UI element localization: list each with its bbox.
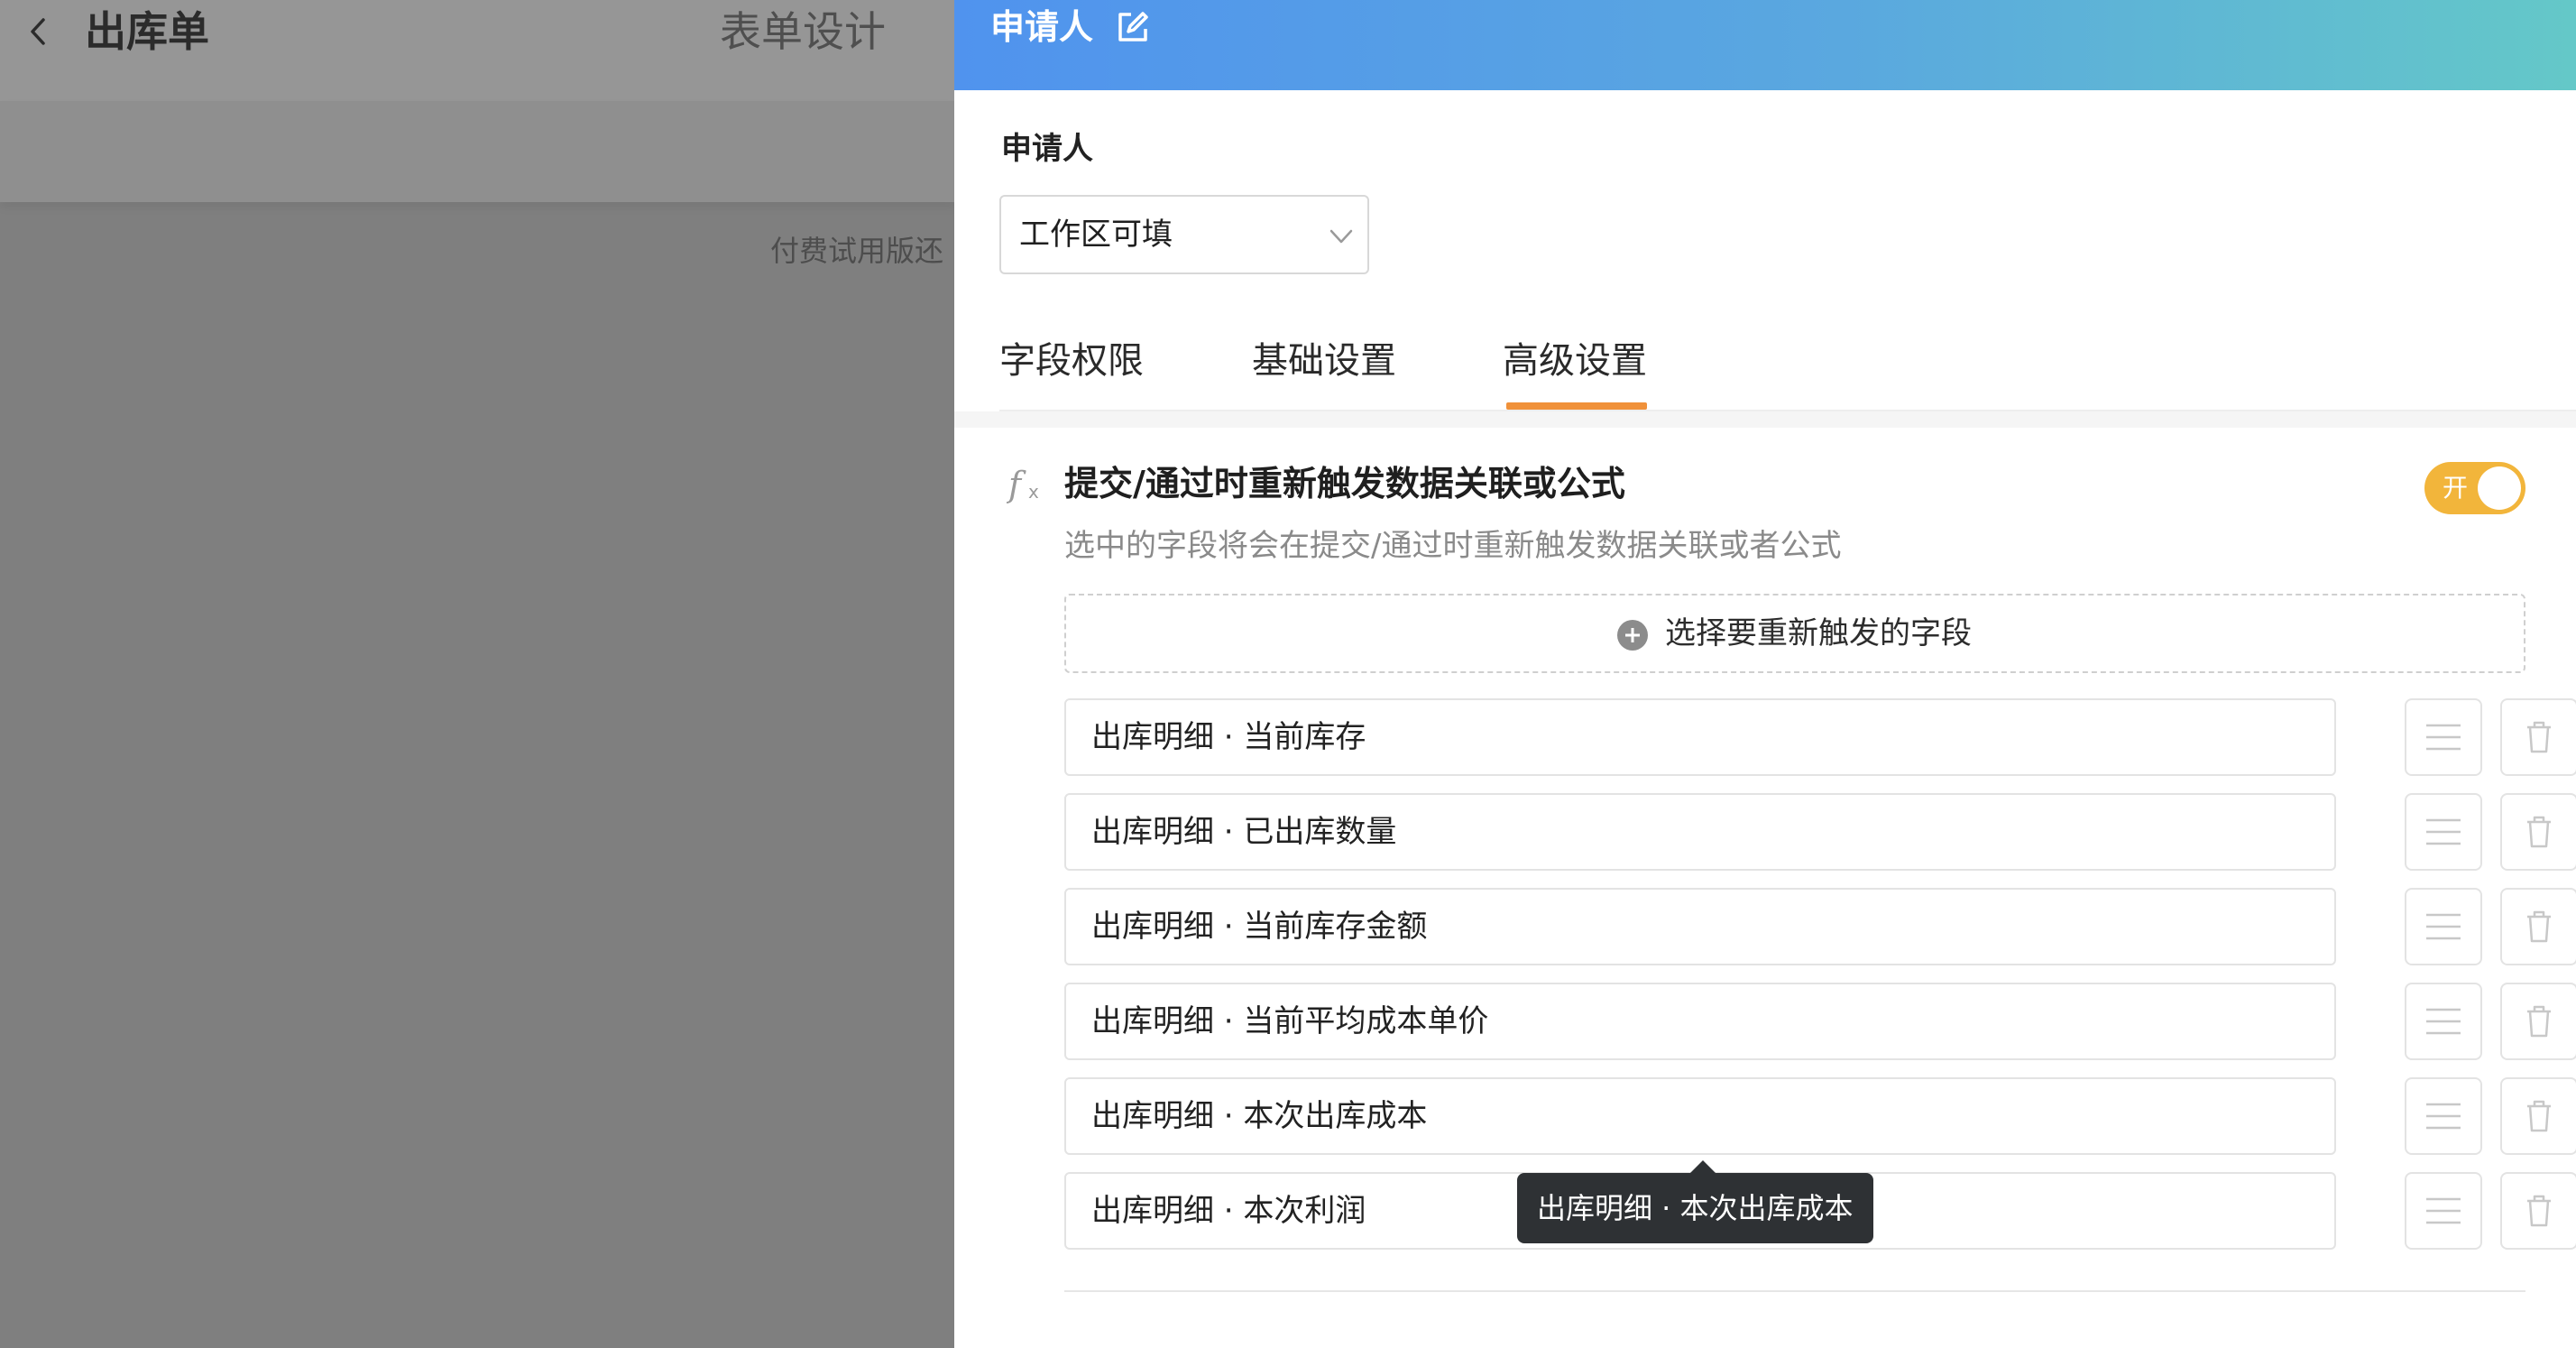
- section-divider: [954, 411, 2576, 428]
- list-item: 出库明细 · 当前库存金额: [1064, 888, 2576, 965]
- trial-notice-text: 付费试用版还: [770, 234, 944, 268]
- plus-circle-icon: [1617, 620, 1648, 651]
- field-item-box: 出库明细 · 已出库数量: [1064, 793, 2336, 871]
- field-item-label: 出库明细 · 本次出库成本: [1091, 1098, 1428, 1134]
- toggle-knob: [2478, 466, 2521, 510]
- tab-field-permission[interactable]: 字段权限: [999, 325, 1144, 410]
- drag-handle-button[interactable]: [2405, 698, 2482, 776]
- retrigger-section-title: 提交/通过时重新触发数据关联或公式: [1064, 464, 1625, 503]
- field-item-label: 出库明细 · 当前库存金额: [1091, 909, 1428, 945]
- delete-button[interactable]: [2500, 983, 2576, 1060]
- list-item: 出库明细 · 当前平均成本单价: [1064, 983, 2576, 1060]
- permission-select-value: 工作区可填: [1019, 217, 1173, 253]
- trash-icon: [2527, 910, 2551, 943]
- list-item: 出库明细 · 已出库数量: [1064, 793, 2576, 871]
- trash-icon: [2527, 1100, 2551, 1132]
- tab-basic-settings[interactable]: 基础设置: [1252, 325, 1396, 410]
- drag-handle-icon: [2426, 913, 2461, 940]
- retrigger-toggle[interactable]: 开: [2424, 462, 2525, 514]
- tab-advanced-settings[interactable]: 高级设置: [1503, 325, 1647, 410]
- list-item: 出库明细 · 本次出库成本: [1064, 1077, 2576, 1155]
- delete-button[interactable]: [2500, 1172, 2576, 1250]
- select-retrigger-fields-label: 选择要重新触发的字段: [1665, 615, 1972, 651]
- drag-handle-button[interactable]: [2405, 983, 2482, 1060]
- trash-icon: [2527, 1005, 2551, 1038]
- field-item-label: 出库明细 · 本次利润: [1091, 1193, 1366, 1229]
- field-item-box: 出库明细 · 当前平均成本单价: [1064, 983, 2336, 1060]
- list-bottom-divider: [1064, 1290, 2525, 1292]
- drag-handle-button[interactable]: [2405, 1172, 2482, 1250]
- trash-icon: [2527, 816, 2551, 848]
- drag-handle-button[interactable]: [2405, 1077, 2482, 1155]
- permission-select[interactable]: 工作区可填: [999, 195, 1369, 274]
- page-title: 出库单: [85, 7, 209, 56]
- trash-icon: [2527, 1195, 2551, 1227]
- drag-handle-icon: [2426, 1103, 2461, 1130]
- back-arrow-icon[interactable]: [23, 16, 54, 47]
- chevron-down-icon: [1329, 229, 1353, 244]
- toggle-on-label: 开: [2443, 473, 2469, 503]
- svg-text:f: f: [1007, 465, 1026, 504]
- field-item-label: 出库明细 · 当前平均成本单价: [1091, 1003, 1489, 1039]
- drag-handle-icon: [2426, 1197, 2461, 1224]
- settings-tabs: 字段权限 基础设置 高级设置: [999, 325, 2576, 411]
- screen: 出库单 表单设计 付费试用版还 申请人 申请人 工作区可填 字段权限 基础设置 …: [0, 0, 2576, 1348]
- field-item-box: 出库明细 · 本次出库成本: [1064, 1077, 2336, 1155]
- drag-handle-icon: [2426, 818, 2461, 845]
- trial-notice-bar: 付费试用版还: [0, 101, 956, 268]
- retrigger-section-description: 选中的字段将会在提交/通过时重新触发数据关联或者公式: [1064, 528, 1842, 564]
- svg-text:x: x: [1028, 481, 1039, 503]
- field-settings-drawer: 申请人 申请人 工作区可填 字段权限 基础设置 高级设置 f x 提交/通过时重…: [954, 0, 2576, 1348]
- drag-handle-button[interactable]: [2405, 888, 2482, 965]
- drag-handle-icon: [2426, 724, 2461, 751]
- trash-icon: [2527, 721, 2551, 753]
- delete-button[interactable]: [2500, 888, 2576, 965]
- drag-handle-button[interactable]: [2405, 793, 2482, 871]
- field-item-box: 出库明细 · 当前库存金额: [1064, 888, 2336, 965]
- drawer-title: 申请人: [990, 7, 1094, 47]
- delete-button[interactable]: [2500, 1077, 2576, 1155]
- fx-icon: f x: [1007, 465, 1039, 504]
- list-item: 出库明细 · 当前库存: [1064, 698, 2576, 776]
- page-header: 出库单 表单设计: [0, 0, 956, 101]
- drag-handle-icon: [2426, 1008, 2461, 1035]
- field-item-box: 出库明细 · 当前库存: [1064, 698, 2336, 776]
- field-tooltip: 出库明细 · 本次出库成本: [1517, 1173, 1873, 1243]
- delete-button[interactable]: [2500, 793, 2576, 871]
- tooltip-arrow: [1690, 1160, 1716, 1173]
- field-name-label: 申请人: [1001, 131, 1093, 167]
- select-retrigger-fields-button[interactable]: 选择要重新触发的字段: [1064, 594, 2525, 673]
- field-item-label: 出库明细 · 当前库存: [1091, 719, 1366, 755]
- drawer-header: 申请人: [954, 0, 2576, 90]
- field-item-label: 出库明细 · 已出库数量: [1091, 814, 1397, 850]
- form-design-tab[interactable]: 表单设计: [720, 2, 886, 61]
- delete-button[interactable]: [2500, 698, 2576, 776]
- edit-icon[interactable]: [1115, 9, 1151, 45]
